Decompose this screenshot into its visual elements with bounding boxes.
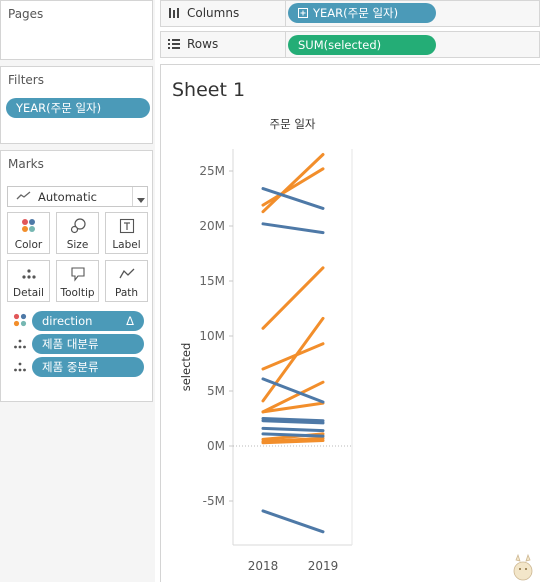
automatic-icon xyxy=(16,191,32,204)
rows-pill[interactable]: SUM(selected) xyxy=(288,35,436,55)
columns-pill-label: YEAR(주문 일자) xyxy=(313,6,399,20)
rows-icon xyxy=(168,39,180,52)
mark-type-label: Automatic xyxy=(38,190,97,204)
detail-icon xyxy=(21,266,37,285)
marks-card: Marks Automatic Color Size Label Detail … xyxy=(0,150,153,402)
columns-pill[interactable]: YEAR(주문 일자) xyxy=(288,3,436,23)
tooltip-button[interactable]: Tooltip xyxy=(56,260,99,302)
label-button[interactable]: Label xyxy=(105,212,148,254)
path-button[interactable]: Path xyxy=(105,260,148,302)
plus-box-icon xyxy=(298,4,308,24)
shelf-divider-rows xyxy=(285,32,286,57)
tooltip-icon xyxy=(70,266,86,285)
size-button[interactable]: Size xyxy=(56,212,99,254)
mark-type-dropdown[interactable]: Automatic xyxy=(7,186,148,207)
chevron-down-icon xyxy=(137,194,145,207)
mark-pill-category[interactable]: 제품 대분류 xyxy=(32,334,144,354)
tooltip-button-label: Tooltip xyxy=(60,287,95,299)
sheet-title: Sheet 1 xyxy=(172,79,246,101)
rows-pill-label: SUM(selected) xyxy=(298,38,382,52)
detail-button-label: Detail xyxy=(13,287,44,299)
detail-button[interactable]: Detail xyxy=(7,260,50,302)
rows-shelf: Rows SUM(selected) xyxy=(160,31,540,58)
mark-pill-direction[interactable]: direction Δ xyxy=(32,311,144,331)
filters-title: Filters xyxy=(8,73,44,87)
mascot-icon xyxy=(511,552,535,582)
filter-pill-year[interactable]: YEAR(주문 일자) xyxy=(6,98,150,118)
path-button-label: Path xyxy=(114,287,139,299)
columns-label: Columns xyxy=(187,6,240,20)
mark-pill-subcategory-label: 제품 중분류 xyxy=(42,360,99,374)
color-field-icon xyxy=(13,313,27,330)
mark-pill-subcategory[interactable]: 제품 중분류 xyxy=(32,357,144,377)
mark-pill-direction-label: direction xyxy=(42,314,93,328)
color-button-label: Color xyxy=(14,239,43,251)
filter-pill-label: YEAR(주문 일자) xyxy=(16,101,102,115)
pages-card: Pages xyxy=(0,0,153,60)
shelf-divider xyxy=(285,1,286,26)
color-icon xyxy=(21,218,37,237)
columns-shelf: Columns YEAR(주문 일자) xyxy=(160,0,540,27)
label-button-label: Label xyxy=(112,239,141,251)
sheet-area: Sheet 1 xyxy=(160,64,540,582)
dropdown-divider xyxy=(132,187,133,206)
marks-title: Marks xyxy=(8,157,44,171)
size-button-label: Size xyxy=(66,239,89,251)
delta-icon: Δ xyxy=(126,314,134,328)
filters-card: Filters YEAR(주문 일자) xyxy=(0,66,153,144)
left-panel: Pages Filters YEAR(주문 일자) Marks Automati… xyxy=(0,0,155,582)
detail-field-icon-2 xyxy=(13,361,27,376)
pages-title: Pages xyxy=(8,7,44,21)
detail-field-icon xyxy=(13,338,27,353)
label-icon xyxy=(119,218,135,237)
columns-icon xyxy=(168,7,180,22)
size-icon xyxy=(70,217,86,237)
mark-pill-category-label: 제품 대분류 xyxy=(42,337,99,351)
path-icon xyxy=(118,266,135,285)
rows-label: Rows xyxy=(187,37,219,51)
color-button[interactable]: Color xyxy=(7,212,50,254)
